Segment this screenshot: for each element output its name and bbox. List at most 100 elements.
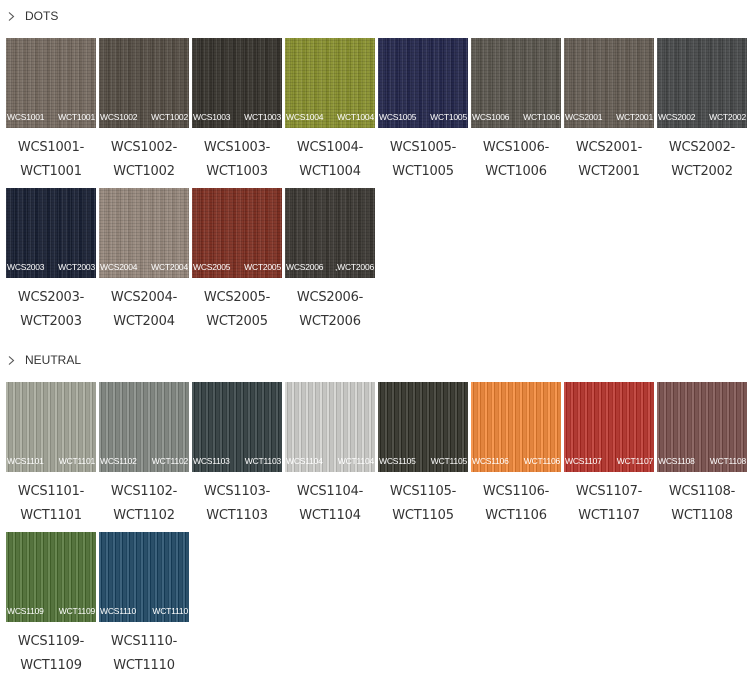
swatch-item[interactable]: WCS1005 WCT1005 WCS1005- WCT1005 xyxy=(378,38,468,184)
swatch-item[interactable]: WCS1002 WCT1002 WCS1002- WCT1002 xyxy=(99,38,189,184)
caption-line-1: WCS2002- xyxy=(668,140,736,155)
swatch-image[interactable]: WCS1003 WCT1003 xyxy=(192,38,282,128)
swatch-caption[interactable]: WCS2001- WCT2001 xyxy=(564,136,654,184)
swatch-image[interactable]: WCS1005 WCT1005 xyxy=(378,38,468,128)
swatch-item[interactable]: WCS1103 WCT1103 WCS1103- WCT1103 xyxy=(192,382,282,528)
swatch-code-right: WCT1101 xyxy=(58,456,95,466)
swatch-code-left: WCS1005 xyxy=(379,112,417,122)
swatch-caption[interactable]: WCS1110- WCT1110 xyxy=(99,630,189,678)
swatch-code-right: WCT1109 xyxy=(58,606,95,616)
caption-line-1: WCS1106- xyxy=(482,484,550,499)
caption-line-1: WCS1006- xyxy=(482,140,550,155)
swatch-item[interactable]: WCS1109 WCT1109 WCS1109- WCT1109 xyxy=(6,532,96,678)
swatch-caption[interactable]: WCS1001- WCT1001 xyxy=(6,136,96,184)
swatch-code-right: WCT1006 xyxy=(523,112,560,122)
swatch-image[interactable]: WCS1108 WCT1108 xyxy=(657,382,747,472)
swatch-image[interactable]: WCS1104 WCT1104 xyxy=(285,382,375,472)
swatch-item[interactable]: WCS2006 ,WCT2006 WCS2006- WCT2006 xyxy=(285,188,375,334)
caption-line-2: WCT2006 xyxy=(299,314,361,329)
swatch-caption[interactable]: WCS1105- WCT1105 xyxy=(378,480,468,528)
swatch-image[interactable]: WCS2006 ,WCT2006 xyxy=(285,188,375,278)
swatch-code-left: WCS2002 xyxy=(658,112,696,122)
swatch-caption[interactable]: WCS1106- WCT1106 xyxy=(471,480,561,528)
caption-line-2: WCT1101 xyxy=(20,508,82,523)
caption-line-2: WCT1004 xyxy=(299,164,361,179)
swatch-item[interactable]: WCS2001 WCT2001 WCS2001- WCT2001 xyxy=(564,38,654,184)
swatch-caption[interactable]: WCS2004- WCT2004 xyxy=(99,286,189,334)
swatch-item[interactable]: WCS1003 WCT1003 WCS1003- WCT1003 xyxy=(192,38,282,184)
chevron-right-icon xyxy=(6,11,17,22)
swatch-item[interactable]: WCS1105 WCT1105 WCS1105- WCT1105 xyxy=(378,382,468,528)
swatch-caption[interactable]: WCS2002- WCT2002 xyxy=(657,136,747,184)
swatch-image[interactable]: WCS2002 WCT2002 xyxy=(657,38,747,128)
swatch-item[interactable]: WCS1110 WCT1110 WCS1110- WCT1110 xyxy=(99,532,189,678)
swatch-code-right: WCT1107 xyxy=(616,456,653,466)
swatch-image[interactable]: WCS1004 WCT1004 xyxy=(285,38,375,128)
swatch-image[interactable]: WCS1109 WCT1109 xyxy=(6,532,96,622)
swatch-code-left: WCS1103 xyxy=(193,456,230,466)
swatch-caption[interactable]: WCS1102- WCT1102 xyxy=(99,480,189,528)
swatch-caption[interactable]: WCS1104- WCT1104 xyxy=(285,480,375,528)
section-header-neutral[interactable]: NEUTRAL xyxy=(6,350,81,370)
swatch-item[interactable]: WCS1106 WCT1106 WCS1106- WCT1106 xyxy=(471,382,561,528)
swatch-caption[interactable]: WCS1109- WCT1109 xyxy=(6,630,96,678)
swatch-code-right: WCT2004 xyxy=(151,262,188,272)
caption-line-1: WCS2004- xyxy=(110,290,178,305)
swatch-item[interactable]: WCS1107 WCT1107 WCS1107- WCT1107 xyxy=(564,382,654,528)
swatch-image[interactable]: WCS2004 WCT2004 xyxy=(99,188,189,278)
swatch-image[interactable]: WCS2003 WCT2003 xyxy=(6,188,96,278)
swatch-item[interactable]: WCS2004 WCT2004 WCS2004- WCT2004 xyxy=(99,188,189,334)
swatch-image[interactable]: WCS1103 WCT1103 xyxy=(192,382,282,472)
swatch-caption[interactable]: WCS2003- WCT2003 xyxy=(6,286,96,334)
swatch-item[interactable]: WCS1006 WCT1006 WCS1006- WCT1006 xyxy=(471,38,561,184)
swatch-image[interactable]: WCS1006 WCT1006 xyxy=(471,38,561,128)
swatch-caption[interactable]: WCS1103- WCT1103 xyxy=(192,480,282,528)
swatch-image[interactable]: WCS1110 WCT1110 xyxy=(99,532,189,622)
caption-line-1: WCS1002- xyxy=(110,140,178,155)
swatch-image[interactable]: WCS1106 WCT1106 xyxy=(471,382,561,472)
caption-line-1: WCS1004- xyxy=(296,140,364,155)
swatch-item[interactable]: WCS2005 WCT2005 WCS2005- WCT2005 xyxy=(192,188,282,334)
section-header-dots[interactable]: DOTS xyxy=(6,6,58,26)
caption-line-1: WCS1109- xyxy=(17,634,85,649)
swatch-code-left: WCS1102 xyxy=(100,456,137,466)
swatch-item[interactable]: WCS1102 WCT1102 WCS1102- WCT1102 xyxy=(99,382,189,528)
swatch-image[interactable]: WCS2001 WCT2001 xyxy=(564,38,654,128)
swatch-caption[interactable]: WCS1108- WCT1108 xyxy=(657,480,747,528)
swatch-item[interactable]: WCS2002 WCT2002 WCS2002- WCT2002 xyxy=(657,38,747,184)
swatch-caption[interactable]: WCS1004- WCT1004 xyxy=(285,136,375,184)
caption-line-2: WCT2004 xyxy=(113,314,175,329)
caption-line-1: WCS1104- xyxy=(296,484,364,499)
swatch-caption[interactable]: WCS1005- WCT1005 xyxy=(378,136,468,184)
caption-line-2: WCT1107 xyxy=(578,508,640,523)
swatch-caption[interactable]: WCS1002- WCT1002 xyxy=(99,136,189,184)
swatch-code-left: WCS1004 xyxy=(286,112,324,122)
swatch-caption[interactable]: WCS1101- WCT1101 xyxy=(6,480,96,528)
swatch-code-right: WCT1004 xyxy=(337,112,374,122)
swatch-image[interactable]: WCS1102 WCT1102 xyxy=(99,382,189,472)
swatch-image[interactable]: WCS1105 WCT1105 xyxy=(378,382,468,472)
swatch-image[interactable]: WCS1107 WCT1107 xyxy=(564,382,654,472)
swatch-image[interactable]: WCS1101 WCT1101 xyxy=(6,382,96,472)
caption-line-2: WCT1109 xyxy=(20,658,82,673)
caption-line-2: WCT2005 xyxy=(206,314,268,329)
swatch-item[interactable]: WCS1101 WCT1101 WCS1101- WCT1101 xyxy=(6,382,96,528)
swatch-caption[interactable]: WCS2006- WCT2006 xyxy=(285,286,375,334)
swatch-item[interactable]: WCS1001 WCT1001 WCS1001- WCT1001 xyxy=(6,38,96,184)
swatch-image[interactable]: WCS1001 WCT1001 xyxy=(6,38,96,128)
caption-line-1: WCS1005- xyxy=(389,140,457,155)
swatch-caption[interactable]: WCS1107- WCT1107 xyxy=(564,480,654,528)
swatch-item[interactable]: WCS1004 WCT1004 WCS1004- WCT1004 xyxy=(285,38,375,184)
swatch-caption[interactable]: WCS1003- WCT1003 xyxy=(192,136,282,184)
swatch-code-left: WCS1106 xyxy=(472,456,509,466)
swatch-item[interactable]: WCS2003 WCT2003 WCS2003- WCT2003 xyxy=(6,188,96,334)
swatch-caption[interactable]: WCS2005- WCT2005 xyxy=(192,286,282,334)
swatch-item[interactable]: WCS1108 WCT1108 WCS1108- WCT1108 xyxy=(657,382,747,528)
swatch-image[interactable]: WCS2005 WCT2005 xyxy=(192,188,282,278)
section-title: DOTS xyxy=(25,9,59,23)
swatch-item[interactable]: WCS1104 WCT1104 WCS1104- WCT1104 xyxy=(285,382,375,528)
caption-line-2: WCT2003 xyxy=(20,314,82,329)
swatch-image[interactable]: WCS1002 WCT1002 xyxy=(99,38,189,128)
swatch-caption[interactable]: WCS1006- WCT1006 xyxy=(471,136,561,184)
swatch-code-right: WCT1005 xyxy=(430,112,467,122)
